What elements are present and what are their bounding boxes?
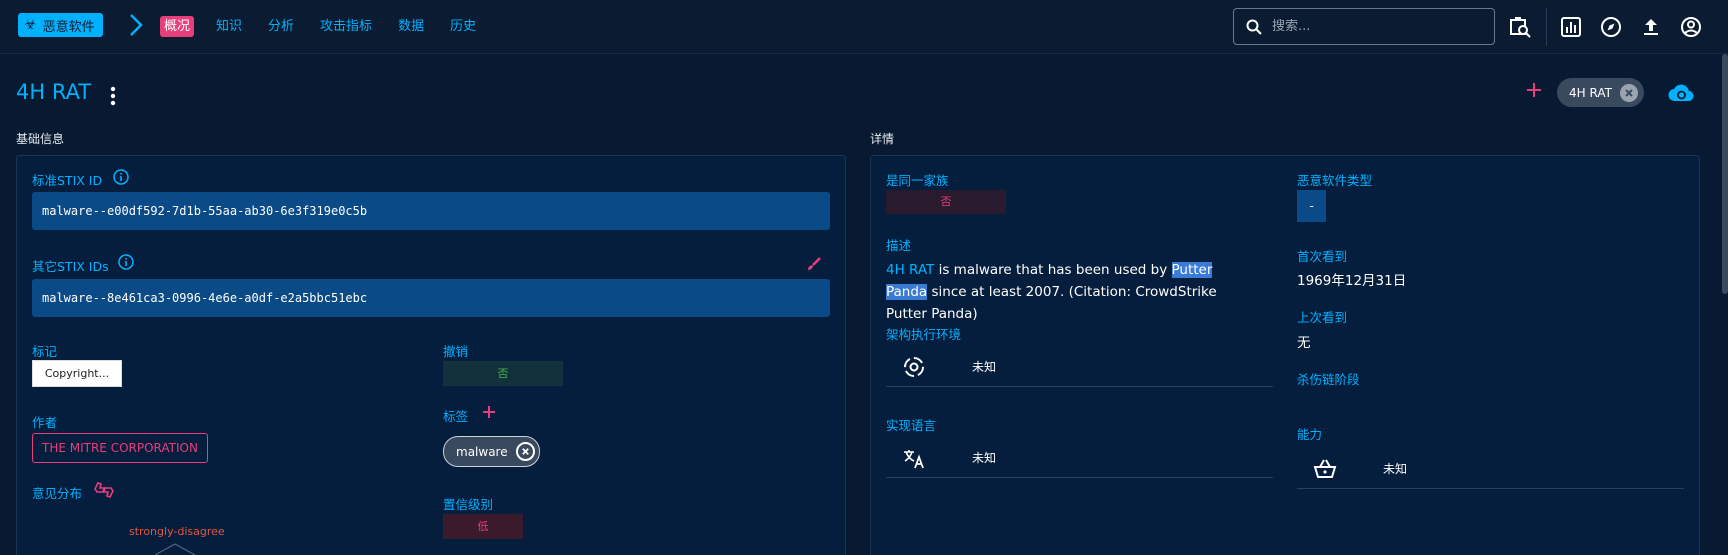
opinion-chart (154, 543, 196, 555)
architecture-label: 架构执行环境 (886, 327, 962, 342)
capabilities-row: 未知 (1297, 449, 1684, 489)
confidence-value: 低 (443, 514, 523, 539)
tab-knowledge[interactable]: 知识 (208, 16, 250, 37)
marking-chip[interactable]: Copyright... (32, 360, 122, 387)
opinion-label: 意见分布 (32, 486, 83, 501)
revoked-label: 撤销 (443, 344, 469, 359)
search-icon (1246, 19, 1262, 35)
kill-chain-label: 杀伤链阶段 (1297, 372, 1360, 387)
label-tag[interactable]: malware (443, 436, 540, 467)
biohazard-icon: ☣ (24, 17, 37, 33)
language-value: 未知 (972, 451, 997, 465)
description-label: 描述 (886, 238, 912, 253)
plus-icon[interactable] (482, 405, 496, 419)
thumbs-icon[interactable] (93, 480, 115, 500)
translate-icon (904, 449, 924, 468)
architecture-value: 未知 (972, 360, 997, 374)
brush-icon[interactable] (806, 256, 822, 272)
brand-badge[interactable]: ☣ 恶意软件 (18, 13, 103, 37)
compass-icon[interactable] (1600, 16, 1622, 38)
confidence-label: 置信级别 (443, 497, 494, 512)
cancel-icon[interactable] (1619, 83, 1638, 102)
chart-icon[interactable] (1560, 16, 1582, 38)
stix-id-field[interactable]: malware--e00df592-7d1b-55aa-ab30-6e3f319… (32, 192, 830, 230)
plus-icon[interactable] (1526, 82, 1542, 98)
revoked-value: 否 (443, 361, 563, 386)
labels-label: 标签 (443, 409, 469, 424)
upload-icon[interactable] (1640, 16, 1662, 38)
settings-gear-icon (904, 356, 924, 377)
author-chip[interactable]: THE MITRE CORPORATION (32, 433, 208, 463)
tab-analysis[interactable]: 分析 (260, 16, 302, 37)
last-seen-label: 上次看到 (1297, 310, 1348, 325)
other-stix-id-field[interactable]: malware--8e461ca3-0996-4e6e-a0df-e2a5bbc… (32, 279, 830, 317)
investigate-icon[interactable] (1509, 16, 1531, 38)
description-text: 4H RAT is malware that has been used by … (886, 262, 1217, 322)
capabilities-value: 未知 (1383, 462, 1408, 476)
tab-indicators[interactable]: 攻击指标 (312, 16, 380, 37)
search-box (1233, 8, 1495, 45)
basket-icon (1313, 459, 1337, 478)
chevron-right-icon (130, 14, 143, 36)
architecture-row: 未知 (886, 347, 1273, 387)
cloud-refresh-icon[interactable] (1668, 82, 1694, 104)
divider (1546, 8, 1547, 46)
last-seen-value: 无 (1297, 335, 1311, 351)
malware-type-label: 恶意软件类型 (1297, 173, 1373, 188)
entity-chip: 4H RAT (1557, 78, 1644, 107)
scrollbar[interactable] (1722, 54, 1728, 294)
author-label: 作者 (32, 415, 58, 430)
tab-history[interactable]: 历史 (442, 16, 484, 37)
nav-tabs: 概况 知识 分析 攻击指标 数据 历史 (160, 16, 494, 37)
account-icon[interactable] (1680, 16, 1702, 38)
marking-label: 标记 (32, 344, 58, 359)
opinion-value: strongly-disagree (129, 525, 225, 538)
family-value: 否 (886, 190, 1006, 214)
language-label: 实现语言 (886, 418, 937, 433)
label-tag-text: malware (456, 444, 508, 459)
first-seen-label: 首次看到 (1297, 249, 1348, 264)
tab-data[interactable]: 数据 (390, 16, 432, 37)
family-label: 是同一家族 (886, 173, 949, 188)
page-title: 4H RAT (16, 80, 92, 104)
basic-info-heading: 基础信息 (16, 132, 65, 146)
language-row: 未知 (886, 438, 1273, 478)
search-input[interactable] (1272, 19, 1472, 34)
entity-chip-label: 4H RAT (1569, 85, 1612, 100)
capabilities-label: 能力 (1297, 427, 1323, 442)
tab-overview[interactable]: 概况 (160, 16, 195, 37)
more-vert-icon[interactable] (108, 85, 118, 107)
first-seen-value: 1969年12月31日 (1297, 273, 1407, 289)
top-bar: ☣ 恶意软件 概况 知识 分析 攻击指标 数据 历史 (0, 0, 1728, 54)
stix-id-label: 标准STIX ID (32, 173, 103, 188)
info-icon[interactable] (118, 254, 134, 270)
description-link[interactable]: 4H RAT (886, 262, 934, 278)
details-heading: 详情 (870, 132, 895, 146)
brand-label: 恶意软件 (42, 19, 95, 35)
malware-type-value: - (1297, 190, 1326, 222)
info-icon[interactable] (113, 169, 129, 185)
other-stix-ids-label: 其它STIX IDs (32, 259, 109, 274)
cancel-icon[interactable] (515, 442, 535, 461)
